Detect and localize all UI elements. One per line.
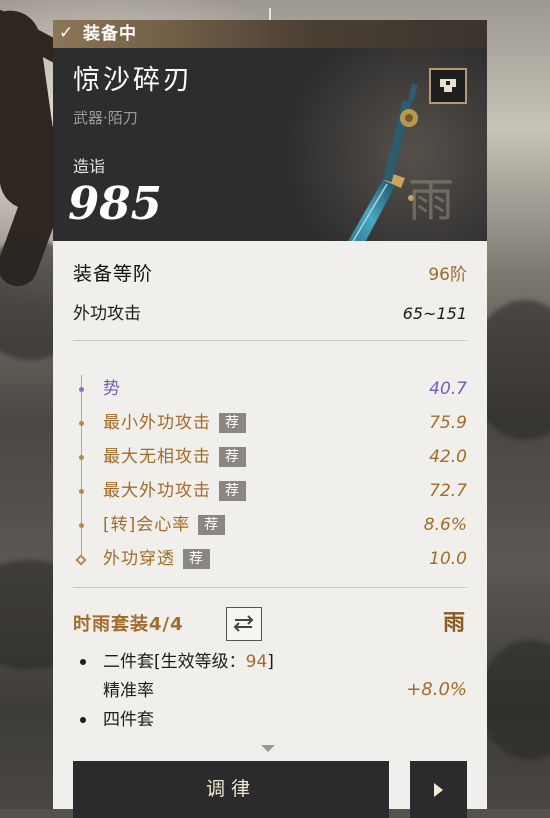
stat-diamond-marker-icon [75, 554, 87, 566]
stat-marker [79, 489, 84, 494]
item-header: ✓ 装备中 惊沙碎刃 武器·陌刀 造诣 985 雨 [53, 20, 487, 241]
bullet [80, 659, 86, 665]
attack-label: 外功攻击 [73, 304, 141, 324]
stat-row-1: 最小外功攻击荐 [103, 411, 246, 435]
equipped-label: 装备中 [83, 24, 137, 44]
four-piece-label: 四件套 [103, 710, 154, 730]
two-piece-stat: 精准率 [103, 681, 154, 701]
set-switch-button[interactable] [226, 607, 262, 641]
item-name: 惊沙碎刃 [73, 65, 193, 96]
set-title: 时雨套装4/4 [73, 614, 184, 635]
stat-value: 10.0 [429, 549, 467, 569]
stat-row-3: 最大外功攻击荐 [103, 479, 246, 503]
stat-value: 8.6% [423, 515, 467, 535]
tune-button[interactable]: 调律 [73, 761, 389, 818]
stat-marker [79, 523, 84, 528]
stat-name: 最大外功攻击 [103, 481, 211, 501]
checkmark-icon: ✓ [59, 23, 74, 43]
stat-name: 最小外功攻击 [103, 413, 211, 433]
divider [73, 587, 467, 588]
set-emblem-text: 雨 [442, 610, 465, 636]
two-piece-value: +8.0% [406, 679, 467, 700]
two-piece-level: 94 [245, 652, 268, 672]
item-type: 武器·陌刀 [73, 109, 138, 127]
score-value: 985 [68, 177, 162, 230]
divider [73, 340, 467, 341]
two-piece-label: 二件套[生效等级： [103, 652, 246, 672]
stat-name: 最大无相攻击 [103, 447, 211, 467]
score-label: 造诣 [73, 157, 106, 176]
stat-connector-line [81, 375, 82, 565]
stat-row-5: 外功穿透荐 [103, 547, 210, 571]
recommended-badge: 荐 [183, 549, 210, 569]
swap-arrows-icon [233, 615, 254, 632]
scroll-down-icon[interactable] [261, 745, 275, 752]
next-arrow-button[interactable] [410, 761, 467, 818]
equipped-banner: ✓ 装备中 [53, 20, 487, 48]
stat-value: 42.0 [429, 447, 467, 467]
stat-row-2: 最大无相攻击荐 [103, 445, 246, 469]
recommended-badge: 荐 [198, 515, 226, 535]
grade-value: 96阶 [428, 265, 467, 285]
stat-name: 势 [103, 379, 121, 399]
stat-marker [79, 455, 84, 460]
set-watermark-text: 雨 [408, 173, 454, 227]
stat-value: 72.7 [429, 481, 467, 501]
stat-name: [转]会心率 [103, 515, 191, 535]
recommended-badge: 荐 [219, 413, 246, 433]
item-tooltip-card: ✓ 装备中 惊沙碎刃 武器·陌刀 造诣 985 雨 装备等阶 96阶 外功攻击 … [53, 20, 487, 818]
stat-row-4: [转]会心率荐 [103, 513, 226, 537]
stat-value: 40.7 [429, 379, 467, 399]
item-details-panel: 装备等阶 96阶 外功攻击 65~151 势 40.7 最小外功攻击荐 75.9… [53, 241, 487, 818]
stat-marker [79, 421, 84, 426]
grade-label: 装备等阶 [73, 263, 154, 285]
two-piece-effect: 二件套[生效等级：94] [103, 650, 274, 674]
stat-value: 75.9 [429, 413, 467, 433]
attack-value: 65~151 [402, 304, 467, 323]
stat-marker [79, 387, 84, 392]
stat-name: 外功穿透 [103, 549, 175, 569]
two-piece-close: ] [267, 652, 274, 672]
recommended-badge: 荐 [219, 447, 246, 467]
bullet [80, 717, 86, 723]
recommended-badge: 荐 [219, 481, 246, 501]
